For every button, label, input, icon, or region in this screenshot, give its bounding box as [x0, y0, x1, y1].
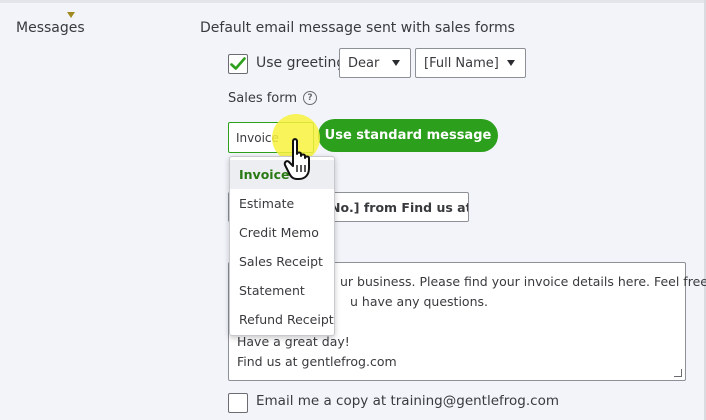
section-description: Default email message sent with sales fo…: [200, 20, 515, 36]
dropdown-option-credit-memo[interactable]: Credit Memo: [230, 218, 334, 247]
salutation-select[interactable]: Dear: [339, 48, 411, 78]
dropdown-option-statement[interactable]: Statement: [230, 276, 334, 305]
chevron-down-icon: [507, 60, 515, 66]
sales-form-label: Sales form: [228, 91, 298, 106]
chevron-down-icon[interactable]: [67, 12, 75, 18]
section-label: Messages: [16, 20, 85, 36]
checkmark-icon: [230, 57, 246, 70]
use-greeting-checkbox[interactable]: [228, 54, 248, 74]
hand-cursor-icon: [283, 137, 321, 187]
help-icon[interactable]: ?: [303, 91, 317, 105]
resize-handle-icon[interactable]: [674, 369, 682, 377]
subject-value: No.] from Find us at ge: [330, 200, 468, 215]
dropdown-option-refund-receipt[interactable]: Refund Receipt: [230, 305, 334, 334]
dropdown-option-sales-receipt[interactable]: Sales Receipt: [230, 247, 334, 276]
message-line: Have a great day!: [237, 334, 350, 349]
email-copy-label: Email me a copy at training@gentlefrog.c…: [256, 393, 559, 409]
message-line: Find us at gentlefrog.com: [237, 354, 397, 369]
message-line: ur business. Please find your invoice de…: [340, 274, 706, 289]
chevron-down-icon: [392, 60, 400, 66]
top-divider: [0, 0, 706, 3]
dropdown-option-estimate[interactable]: Estimate: [230, 189, 334, 218]
email-copy-checkbox[interactable]: [228, 393, 248, 413]
name-format-select[interactable]: [Full Name]: [415, 48, 526, 78]
use-standard-message-button[interactable]: Use standard message: [318, 119, 498, 152]
use-greeting-label: Use greeting: [256, 55, 346, 71]
message-line: u have any questions.: [350, 294, 488, 309]
salutation-value: Dear: [348, 55, 380, 71]
name-format-value: [Full Name]: [424, 55, 499, 71]
